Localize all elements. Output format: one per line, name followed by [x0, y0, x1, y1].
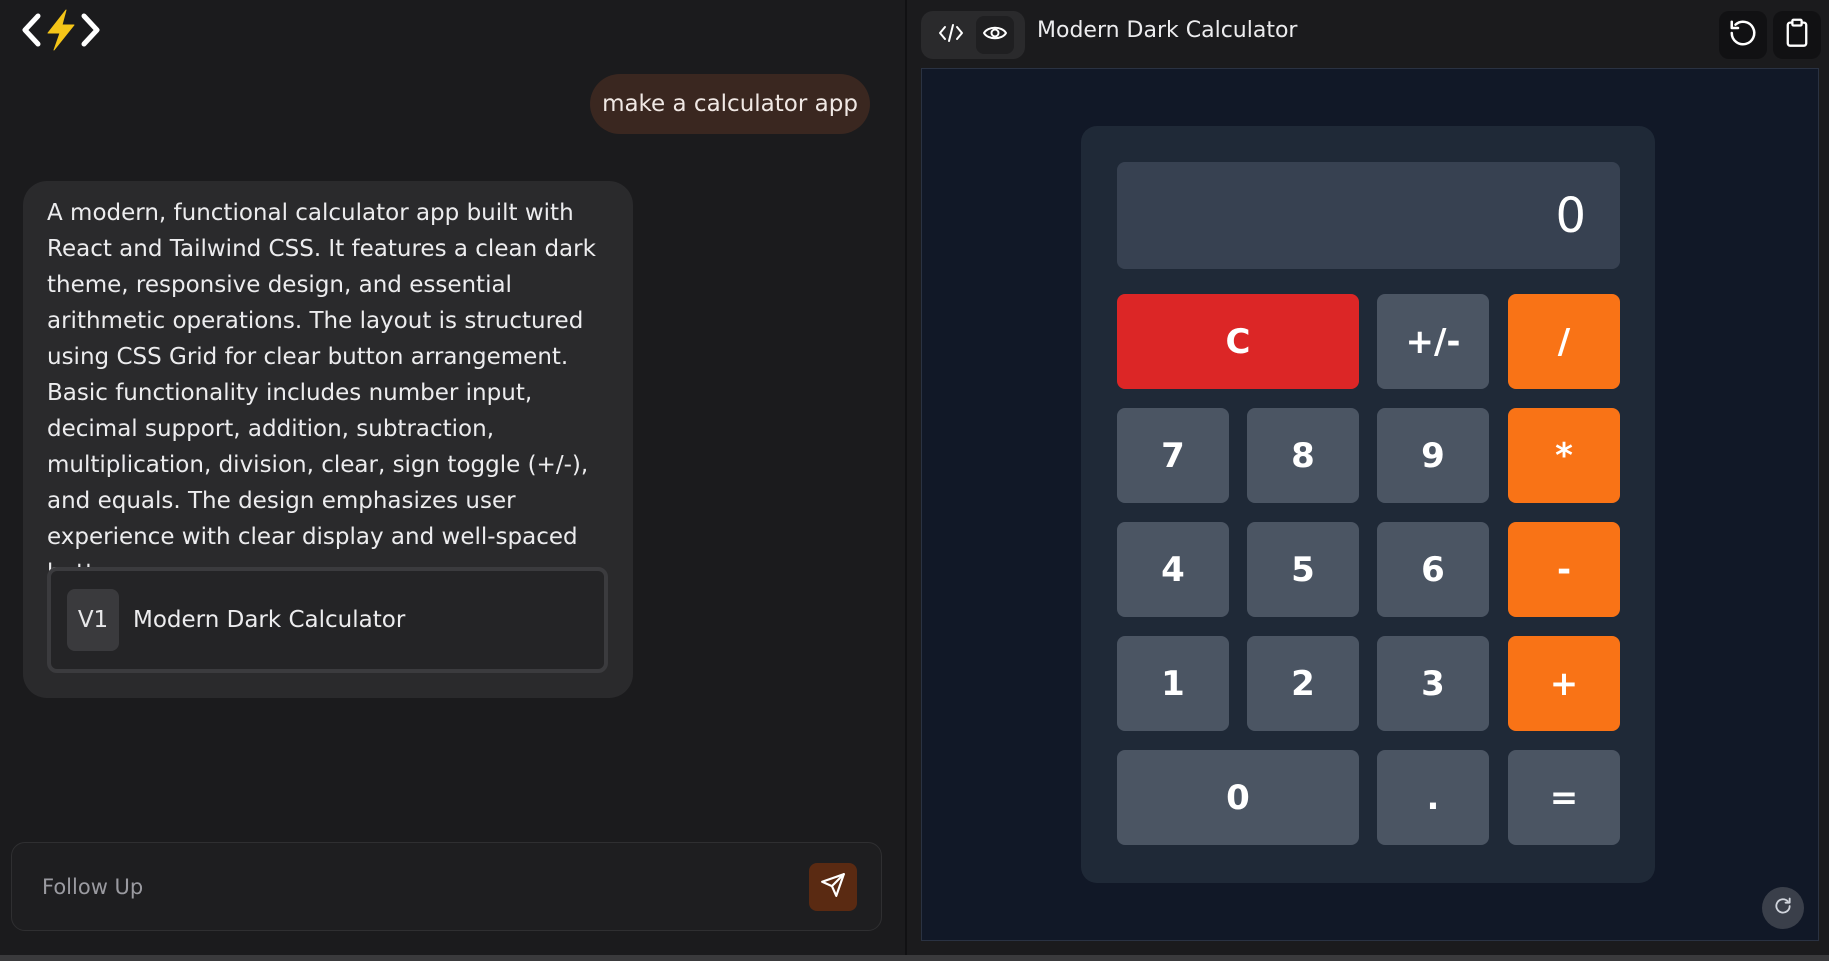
- rotate-ccw-icon: [1728, 18, 1758, 52]
- followup-input[interactable]: [42, 869, 742, 905]
- digit-4-button[interactable]: 4: [1117, 522, 1229, 617]
- app-root: make a calculator app A modern, function…: [0, 0, 1829, 961]
- refresh-icon: [1773, 896, 1793, 920]
- assistant-message-card: A modern, functional calculator app buil…: [23, 181, 633, 698]
- code-view-button[interactable]: [932, 16, 970, 54]
- clipboard-icon: [1783, 18, 1811, 52]
- sign-toggle-button[interactable]: +/-: [1377, 294, 1489, 389]
- divide-button[interactable]: /: [1508, 294, 1620, 389]
- equals-button[interactable]: =: [1508, 750, 1620, 845]
- preview-panel: Modern Dark Calculator 0 C +/- / 7 8 9 *…: [905, 0, 1829, 961]
- send-icon: [820, 872, 846, 902]
- clear-button[interactable]: C: [1117, 294, 1359, 389]
- chat-panel: make a calculator app A modern, function…: [0, 0, 905, 961]
- send-button[interactable]: [809, 863, 857, 911]
- reset-button[interactable]: [1719, 11, 1767, 59]
- multiply-button[interactable]: *: [1508, 408, 1620, 503]
- digit-0-button[interactable]: 0: [1117, 750, 1359, 845]
- code-icon: [938, 22, 964, 48]
- user-message-bubble: make a calculator app: [590, 74, 870, 134]
- assistant-message-text: A modern, functional calculator app buil…: [47, 200, 596, 586]
- copy-button[interactable]: [1773, 11, 1821, 59]
- preview-view-button[interactable]: [976, 16, 1014, 54]
- subtract-button[interactable]: -: [1508, 522, 1620, 617]
- user-message-text: make a calculator app: [602, 91, 858, 117]
- display-value: 0: [1555, 187, 1586, 244]
- version-card[interactable]: V1 Modern Dark Calculator: [47, 567, 608, 673]
- version-title: Modern Dark Calculator: [133, 607, 406, 633]
- calculator-display: 0: [1117, 162, 1620, 269]
- bolt-code-logo[interactable]: [20, 8, 102, 52]
- digit-2-button[interactable]: 2: [1247, 636, 1359, 731]
- refresh-preview-button[interactable]: [1762, 887, 1804, 929]
- digit-3-button[interactable]: 3: [1377, 636, 1489, 731]
- preview-canvas: 0 C +/- / 7 8 9 * 4 5 6 - 1 2 3 + 0 . =: [921, 68, 1819, 941]
- digit-6-button[interactable]: 6: [1377, 522, 1489, 617]
- preview-title: Modern Dark Calculator: [1037, 18, 1298, 43]
- window-bottom-border: [0, 955, 1829, 961]
- decimal-button[interactable]: .: [1377, 750, 1489, 845]
- eye-icon: [982, 22, 1008, 48]
- calculator: 0 C +/- / 7 8 9 * 4 5 6 - 1 2 3 + 0 . =: [1081, 126, 1655, 883]
- digit-9-button[interactable]: 9: [1377, 408, 1489, 503]
- add-button[interactable]: +: [1508, 636, 1620, 731]
- digit-1-button[interactable]: 1: [1117, 636, 1229, 731]
- digit-8-button[interactable]: 8: [1247, 408, 1359, 503]
- digit-5-button[interactable]: 5: [1247, 522, 1359, 617]
- version-badge: V1: [67, 589, 119, 651]
- followup-bar: [11, 842, 882, 931]
- digit-7-button[interactable]: 7: [1117, 408, 1229, 503]
- view-toggle: [921, 11, 1025, 59]
